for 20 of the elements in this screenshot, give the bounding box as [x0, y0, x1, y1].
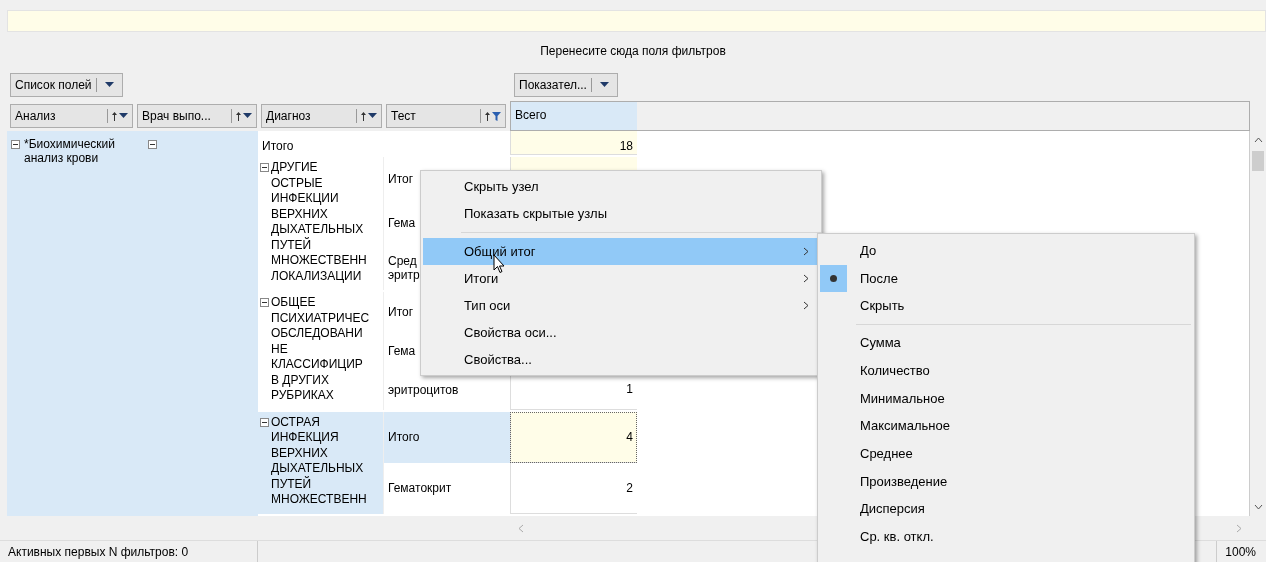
value-cell: 18: [510, 131, 637, 155]
row-header-cell: Итого: [262, 139, 294, 153]
column-header: Всего: [511, 102, 637, 130]
value-cell: 4: [510, 411, 637, 463]
row-header-cell: Итог: [388, 304, 414, 319]
row-header-cell: Итого: [388, 430, 420, 444]
status-text: Активных первых N фильтров: 0: [8, 543, 189, 561]
row-header-cell: ОСТРАЯ ИНФЕКЦИЯ ВЕРХНИХ ДЫХАТЕЛЬНЫХ ПУТЕЙ МНОЖЕСТВЕНН: [271, 414, 367, 508]
row-header-cell: Гема: [388, 343, 416, 358]
row-header-cell: Итог: [388, 172, 414, 187]
filter-drop-area-label: Перенесите сюда поля фильтров: [540, 42, 726, 60]
row-header-cell: Гема: [388, 216, 416, 231]
zoom-level: 100%: [1225, 543, 1256, 561]
value-cell: 2: [510, 462, 637, 514]
row-header-cell: Сред эритр: [388, 253, 420, 282]
row-header-cell: ОБЩЕЕ ПСИХИАТРИЧЕС ОБСЛЕДОВАНИ НЕ КЛАССИФИЦИР В ДРУГИХ РУБРИКАХ: [271, 295, 370, 404]
row-header-cell: ДРУГИЕ ОСТРЫЕ ИНФЕКЦИИ ВЕРХНИХ ДЫХАТЕЛЬНЫХ ПУТЕЙ МНОЖЕСТВЕНН ЛОКАЛИЗАЦИИ: [271, 160, 367, 284]
row-header-cell-text: *Биохимический анализ крови: [24, 137, 117, 167]
row-header-cell: эритроцитов: [388, 382, 459, 397]
row-header-cell: Гематокрит: [388, 481, 452, 495]
